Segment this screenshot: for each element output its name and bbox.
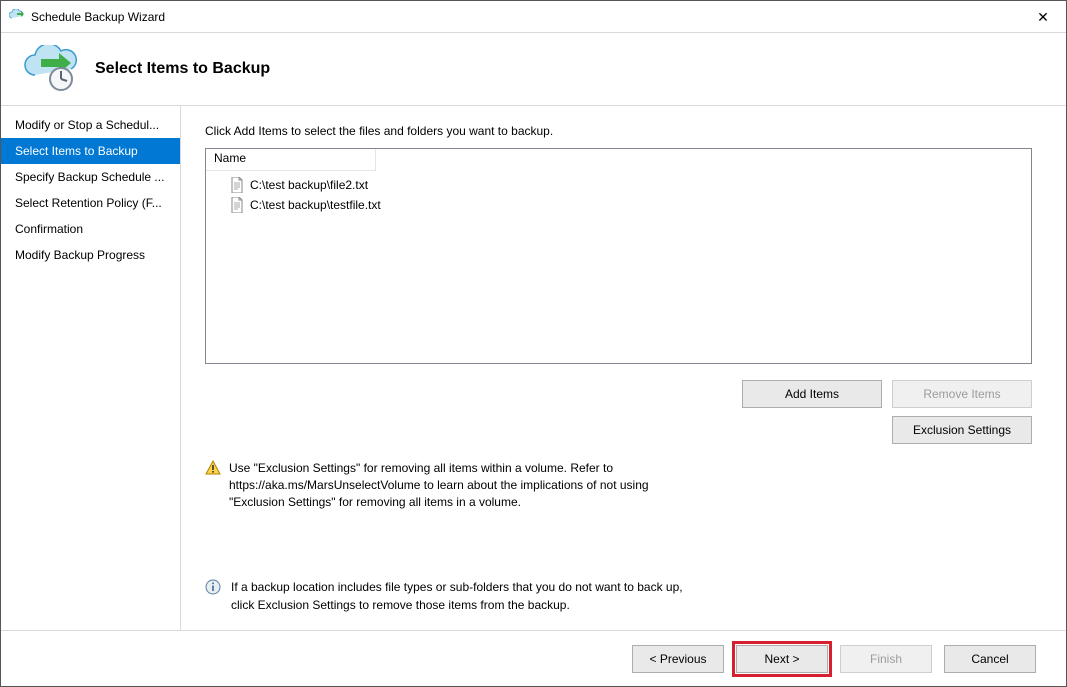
info-icon — [205, 579, 221, 595]
exclusion-warning-note: Use "Exclusion Settings" for removing al… — [205, 460, 695, 510]
info-text: If a backup location includes file types… — [231, 579, 685, 614]
list-body: C:\test backup\file2.txt C:\test backup\… — [206, 171, 1031, 219]
step-retention-policy[interactable]: Select Retention Policy (F... — [1, 190, 180, 216]
schedule-backup-wizard-window: Schedule Backup Wizard ✕ Select Items to… — [0, 0, 1067, 687]
step-confirmation[interactable]: Confirmation — [1, 216, 180, 242]
list-item[interactable]: C:\test backup\file2.txt — [206, 175, 1031, 195]
warning-icon — [205, 460, 221, 476]
step-modify-progress[interactable]: Modify Backup Progress — [1, 242, 180, 268]
file-icon — [230, 177, 244, 193]
exclusion-buttons-row: Exclusion Settings — [205, 416, 1032, 444]
wizard-body: Modify or Stop a Schedul... Select Items… — [1, 105, 1066, 630]
previous-button[interactable]: < Previous — [632, 645, 724, 673]
page-title: Select Items to Backup — [95, 60, 270, 78]
finish-button: Finish — [840, 645, 932, 673]
main-panel: Click Add Items to select the files and … — [181, 106, 1066, 630]
list-header-name[interactable]: Name — [206, 149, 376, 171]
list-item-path: C:\test backup\file2.txt — [250, 178, 368, 192]
exclusion-info-note: If a backup location includes file types… — [205, 579, 685, 614]
file-icon — [230, 197, 244, 213]
app-icon — [9, 9, 25, 25]
list-item-path: C:\test backup\testfile.txt — [250, 198, 381, 212]
step-modify-or-stop[interactable]: Modify or Stop a Schedul... — [1, 112, 180, 138]
backup-items-list[interactable]: Name C:\test backup\file2.txt C:\test ba… — [205, 148, 1032, 364]
cancel-button[interactable]: Cancel — [944, 645, 1036, 673]
add-items-button[interactable]: Add Items — [742, 380, 882, 408]
wizard-footer: < Previous Next > Finish Cancel — [1, 630, 1066, 686]
close-button[interactable]: ✕ — [1020, 1, 1066, 33]
close-icon: ✕ — [1037, 10, 1049, 24]
wizard-header: Select Items to Backup — [1, 33, 1066, 105]
step-select-items[interactable]: Select Items to Backup — [1, 138, 180, 164]
next-button[interactable]: Next > — [736, 645, 828, 673]
window-title: Schedule Backup Wizard — [31, 10, 1020, 24]
wizard-logo-icon — [21, 45, 81, 93]
list-item[interactable]: C:\test backup\testfile.txt — [206, 195, 1031, 215]
wizard-steps-sidebar: Modify or Stop a Schedul... Select Items… — [1, 106, 181, 630]
warning-text: Use "Exclusion Settings" for removing al… — [229, 460, 695, 510]
item-buttons-row: Add Items Remove Items — [205, 380, 1032, 408]
exclusion-settings-button[interactable]: Exclusion Settings — [892, 416, 1032, 444]
remove-items-button: Remove Items — [892, 380, 1032, 408]
instruction-text: Click Add Items to select the files and … — [205, 124, 1032, 138]
titlebar: Schedule Backup Wizard ✕ — [1, 1, 1066, 33]
step-specify-schedule[interactable]: Specify Backup Schedule ... — [1, 164, 180, 190]
